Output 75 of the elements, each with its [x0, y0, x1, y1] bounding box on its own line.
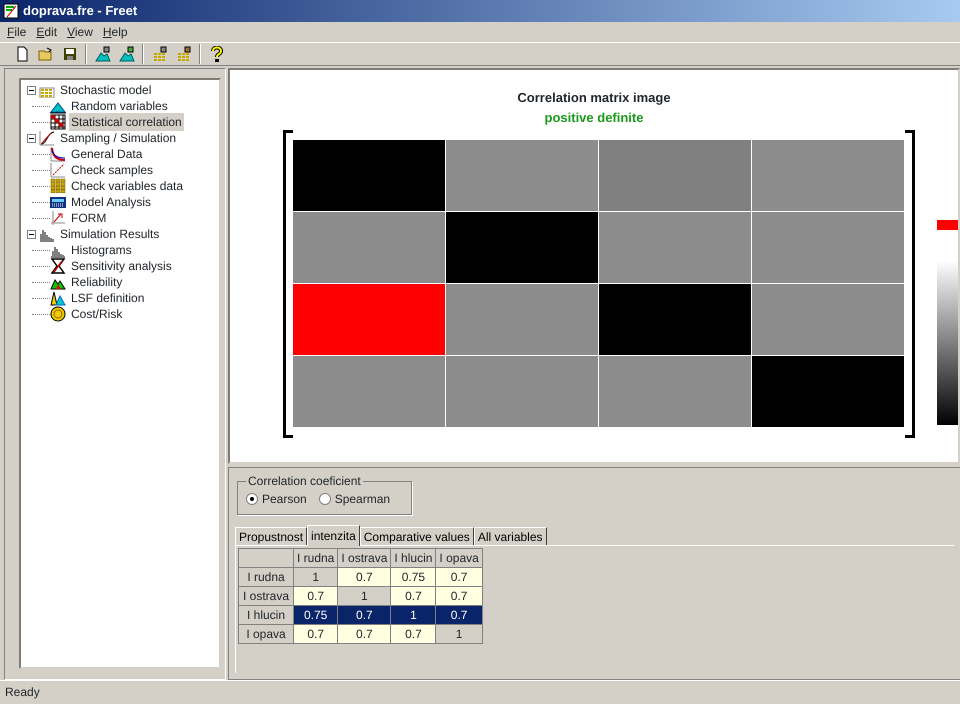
collapse-icon[interactable] [27, 230, 36, 238]
tree-item[interactable]: Random variables [69, 97, 170, 115]
curve-icon [50, 210, 66, 226]
radio-label[interactable]: Pearson [262, 490, 307, 508]
tab[interactable]: intenzita [307, 525, 360, 546]
table-cell[interactable]: 1 [294, 568, 338, 586]
row-header: I opava [238, 624, 294, 644]
tab[interactable]: Propustnost [235, 527, 308, 545]
tree-item[interactable]: Sensitivity analysis [69, 257, 174, 275]
tree-item[interactable]: FORM [69, 209, 108, 227]
row-header: I ostrava [238, 586, 294, 606]
tree-item[interactable]: LSF definition [69, 289, 146, 307]
table-cell[interactable]: 0.7 [338, 624, 391, 644]
tree-item[interactable]: Simulation Results [58, 225, 162, 243]
radio-button[interactable] [246, 493, 258, 505]
hourglass-icon [50, 258, 66, 274]
row-header: I hlucin [238, 606, 294, 624]
menu-item[interactable]: View [62, 23, 98, 41]
tree-item[interactable]: Statistical correlation [69, 113, 184, 131]
table-cell[interactable]: 0.7 [338, 568, 391, 586]
table-cell[interactable]: 0.7 [436, 586, 482, 606]
tab[interactable]: All variables [474, 527, 547, 545]
folder-icon[interactable] [38, 46, 54, 62]
help-icon[interactable] [208, 46, 224, 62]
table-cell[interactable]: 0.7 [294, 624, 338, 644]
table-cell[interactable]: 0.7 [338, 606, 391, 624]
calculator-icon [50, 194, 66, 210]
header-cell [238, 548, 294, 568]
table-cell[interactable]: 0.75 [390, 568, 436, 586]
table-cell[interactable]: 1 [436, 624, 482, 644]
matrix-icon [50, 114, 66, 130]
grid-icon[interactable] [176, 46, 192, 62]
table-cell[interactable]: 0.7 [436, 568, 482, 586]
radio-label[interactable]: Spearman [334, 490, 390, 508]
status-text: Ready [5, 684, 40, 700]
collapse-icon[interactable] [27, 86, 36, 94]
menu-item[interactable]: Edit [31, 23, 62, 41]
tree-item[interactable]: Histograms [69, 241, 134, 259]
grid-icon [50, 178, 66, 194]
column-header: I rudna [294, 548, 338, 568]
window-title: doprava.fre - Freet [23, 2, 138, 20]
chart-peak-icon[interactable] [118, 46, 134, 62]
menu-item[interactable]: Help [98, 23, 133, 41]
tree-item[interactable]: Stochastic model [58, 81, 154, 99]
legend-marker [937, 220, 958, 230]
curve-icon [39, 130, 55, 146]
tree-item[interactable]: Reliability [69, 273, 124, 291]
column-header: I hlucin [390, 548, 436, 568]
app-icon [3, 3, 19, 19]
collapse-icon[interactable] [27, 134, 36, 142]
tab[interactable]: Comparative values [360, 527, 474, 545]
radio-button[interactable] [318, 493, 331, 505]
group-label: Correlation coeficient [247, 474, 362, 488]
column-header: I opava [436, 548, 482, 568]
table-cell[interactable]: 0.7 [390, 624, 436, 644]
chart-peak-icon[interactable] [94, 46, 110, 62]
chart-title: Correlation matrix image [516, 89, 672, 107]
table-cell[interactable]: 1 [390, 606, 436, 624]
tree-item[interactable]: Model Analysis [69, 193, 154, 211]
table-cell[interactable]: 0.7 [436, 606, 482, 624]
column-header: I ostrava [338, 548, 391, 568]
tree-item[interactable]: Sampling / Simulation [58, 129, 178, 147]
tree-item[interactable]: Check samples [69, 161, 156, 179]
chart-peak-icon [50, 290, 66, 306]
table-cell[interactable]: 1 [338, 586, 391, 606]
status-label: positive definite [544, 108, 644, 127]
row-header: I rudna [238, 568, 294, 586]
menu-item[interactable]: File [2, 23, 32, 41]
table-cell[interactable]: 0.75 [294, 606, 338, 624]
grid-icon[interactable] [152, 46, 168, 62]
table-cell[interactable]: 0.7 [390, 586, 436, 606]
tree-item[interactable]: Cost/Risk [69, 305, 124, 323]
tree-item[interactable]: General Data [69, 145, 144, 163]
table-cell[interactable]: 0.7 [294, 586, 338, 606]
tree-item[interactable]: Check variables data [69, 177, 186, 195]
